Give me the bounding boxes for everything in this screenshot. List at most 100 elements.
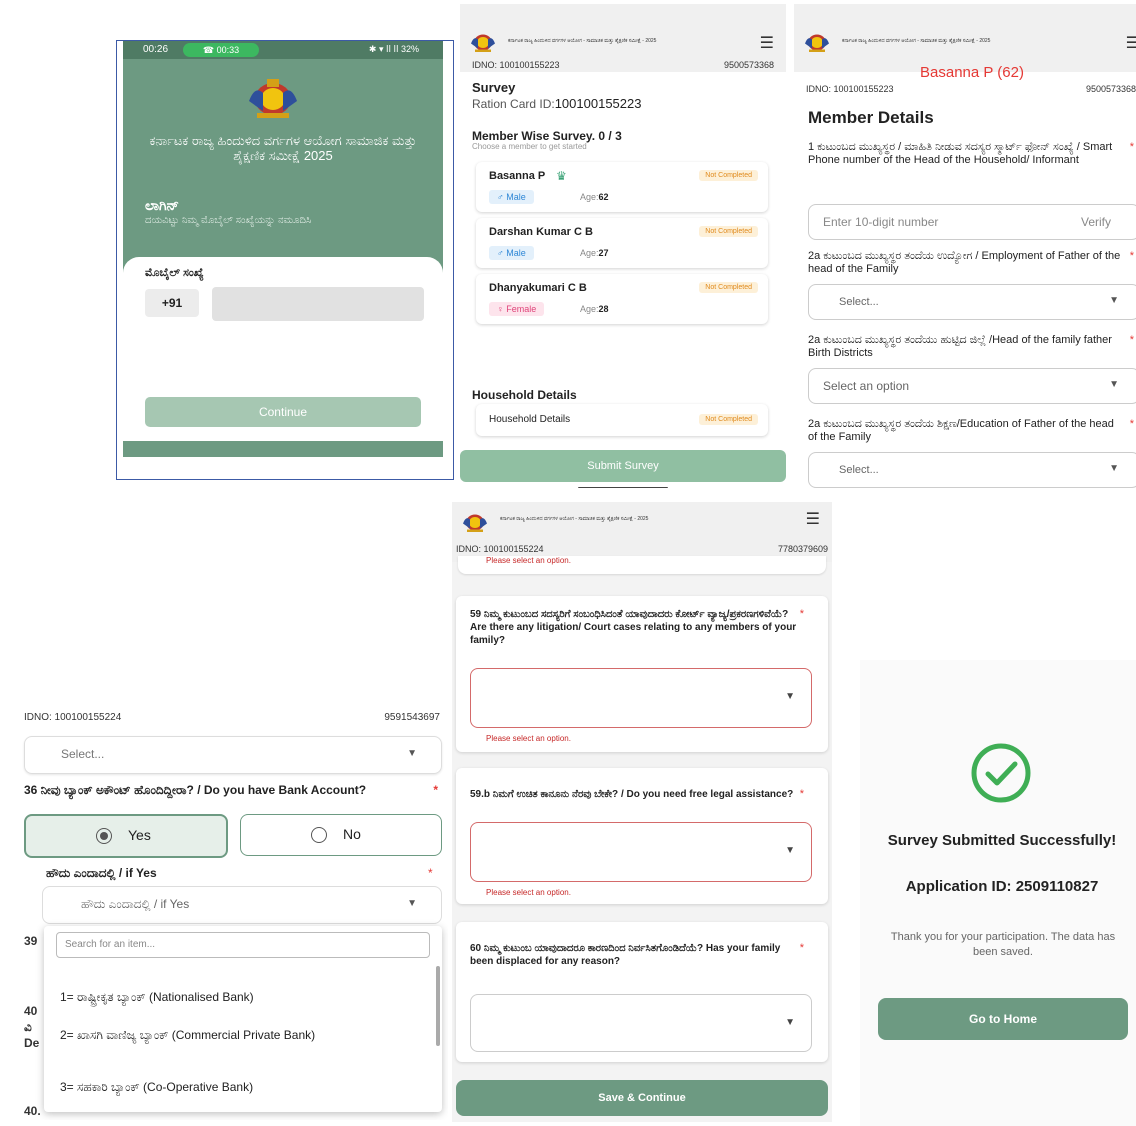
radio-selected-icon [96,828,112,844]
select-placeholder: Select... [61,747,105,761]
country-code[interactable]: +91 [145,289,199,317]
bank-type-select[interactable]: ಹೌದು ಎಂದಾದಲ್ಲಿ / if Yes ▼ [42,886,442,924]
survey-title: Survey [472,80,516,95]
education-select[interactable]: Select... ▼ [808,452,1136,488]
radio-empty-icon [311,827,327,843]
submit-survey-button[interactable]: Submit Survey [460,450,786,482]
member-card[interactable]: Dhanyakumari C B Not Completed ♀ Female … [476,274,768,324]
app-header: ಕರ್ನಾಟಕ ರಾಜ್ಯ ಹಿಂದುಳಿದ ವರ್ಗಗಳ ಆಯೋಗ - ಸಾಮ… [452,502,832,562]
required-mark: * [1129,418,1134,430]
employment-select[interactable]: Select... ▼ [808,284,1136,320]
login-heading: ಲಾಗಿನ್ [145,197,179,213]
question-card: 60 ನಿಮ್ಮ ಕುಟುಂಬ ಯಾವುದಾದರೂ ಕಾರಣದಿಂದ ನಿರ್ವ… [456,922,828,1062]
member-age: Age:27 [580,248,609,258]
dropdown-search-input[interactable]: Search for an item... [56,932,430,958]
question-card: 59.b ನಿಮಗೆ ಉಚಿತ ಕಾನೂನು ನೆರವು ಬೇಕೇ? / Do … [456,768,828,904]
required-mark: * [428,866,433,880]
battery-status: ✱ ▾ ⅼⅼ ⅼⅼ 32% [368,44,419,54]
member-card[interactable]: Darshan Kumar C B Not Completed ♂ Male A… [476,218,768,268]
member-card[interactable]: Basanna P ♛ Not Completed ♂ Male Age:62 [476,162,768,212]
background-question-number: 39 [24,934,38,948]
continue-button[interactable]: Continue [145,397,421,427]
required-mark: * [433,783,438,797]
crown-icon: ♛ [556,169,567,183]
header-title: ಕರ್ನಾಟಕ ರಾಜ್ಯ ಹಿಂದುಳಿದ ವರ್ಗಗಳ ಆಯೋಗ - ಸಾಮ… [508,38,657,44]
phone-placeholder: Enter 10-digit number [823,215,939,229]
yes-label: Yes [128,827,151,843]
select-placeholder: Select an option [823,379,910,393]
gender-badge: ♀ Female [489,302,545,316]
phone-text: 9500573368 [1085,84,1136,94]
question-label: 36 ನೀವು ಬ್ಯಾಂಕ್ ಅಕೌಂಟ್ ಹೊಂದಿದ್ದೀರಾ? / Do… [24,783,438,797]
select-placeholder: ಹೌದು ಎಂದಾದಲ್ಲಿ / if Yes [81,897,190,911]
idno-text: IDNO: 100100155223 [472,60,560,70]
dropdown-scrollbar[interactable] [436,966,440,1046]
chevron-down-icon: ▼ [785,845,795,856]
litigation-select[interactable]: ▼ [470,668,812,728]
success-message: Survey Submitted Successfully! [887,832,1117,849]
displacement-select[interactable]: ▼ [470,994,812,1052]
chevron-down-icon: ▼ [785,1017,795,1028]
question-label: 2a ಕುಟುಂಬದ ಮುಖ್ಯಸ್ಥರ ತಂದೆಯು ಹುಟ್ಟಿದ ಜಿಲ್… [808,334,1134,359]
select-placeholder: Select... [839,464,879,476]
karnataka-emblem-icon [471,34,495,52]
go-home-button[interactable]: Go to Home [878,998,1128,1040]
status-badge: Not Completed [699,170,758,181]
error-message: Please select an option. [486,734,571,743]
gender-badge: ♂ Male [489,246,534,260]
ration-card: Ration Card ID:100100155223 [472,96,642,111]
if-yes-label: ಹೌದು ಎಂದಾದಲ್ಲಿ / if Yes [46,866,157,880]
question-label: 2a ಕುಟುಂಬದ ಮುಖ್ಯಸ್ಥರ ತಂದೆಯ ಉದ್ಯೋಗ / Empl… [808,250,1134,275]
dropdown-option[interactable]: 1= ರಾಷ್ಟ್ರೀಕೃತ ಬ್ಯಾಂಕ್ (Nationalised Ban… [60,990,420,1005]
chevron-down-icon: ▼ [407,898,417,909]
idno-text: IDNO: 100100155223 [806,84,894,94]
question-label: 59 ನಿಮ್ಮ ಕುಟುಂಬದ ಸದಸ್ಯರಿಗೆ ಸಂಬಂಧಿಸಿದಂತೆ … [470,609,797,646]
member-age: Age:28 [580,304,609,314]
application-id: Application ID: 2509110827 [905,878,1099,895]
phone-number-field[interactable]: Enter 10-digit number Verify [808,204,1136,240]
phone-text: 9591543697 [384,712,440,723]
previous-select[interactable]: Select... ▼ [24,736,442,774]
select-placeholder: Select... [839,296,879,308]
hamburger-menu-icon[interactable]: ☰ [760,36,774,52]
hamburger-menu-icon[interactable]: ☰ [1126,36,1136,52]
call-timer-pill: ☎ 00:33 [183,43,259,57]
status-badge: Not Completed [699,414,758,425]
required-mark: * [1129,141,1134,153]
chevron-down-icon: ▼ [407,748,417,759]
verify-button[interactable]: Verify [1081,215,1111,229]
id-row: IDNO: 100100155223 9500573368 [806,84,1136,94]
yes-option[interactable]: Yes [24,814,228,858]
id-row: IDNO: 100100155224 9591543697 [24,712,440,723]
household-heading: Household Details [472,388,577,402]
phone-text: 7780379609 [777,544,828,554]
question-card: 59 ನಿಮ್ಮ ಕುಟುಂಬದ ಸದಸ್ಯರಿಗೆ ಸಂಬಂಧಿಸಿದಂತೆ … [456,596,828,752]
member-age: Age:62 [580,192,609,202]
required-mark: * [1129,250,1134,262]
household-card[interactable]: Household Details Not Completed [476,404,768,436]
status-bar: 00:26 ☎ 00:33 ✱ ▾ ⅼⅼ ⅼⅼ 32% [123,41,443,59]
survey-screen: ಕರ್ನಾಟಕ ರಾಜ್ಯ ಹಿಂದುಳಿದ ವರ್ಗಗಳ ಆಯೋಗ - ಸಾಮ… [460,4,786,488]
id-row: IDNO: 100100155223 9500573368 [472,60,774,70]
question-label: 59.b ನಿಮಗೆ ಉಚಿತ ಕಾನೂನು ನೆರವು ಬೇಕೇ? / Do … [470,789,794,800]
litigation-screen: ಕರ್ನಾಟಕ ರಾಜ್ಯ ಹಿಂದುಳಿದ ವರ್ಗಗಳ ಆಯೋಗ - ಸಾಮ… [452,502,832,1122]
bank-account-screen: IDNO: 100100155224 9591543697 Select... … [4,708,448,1120]
dropdown-option[interactable]: 3= ಸಹಕಾರಿ ಬ್ಯಾಂಕ್ (Co-Operative Bank) [60,1080,420,1095]
household-label: Household Details [489,414,571,425]
legal-assistance-select[interactable]: ▼ [470,822,812,882]
karnataka-emblem-icon [805,34,829,52]
required-mark: * [799,608,804,620]
member-wise-subtitle: Choose a member to get started [472,142,587,151]
hamburger-menu-icon[interactable]: ☰ [806,512,820,528]
mobile-input[interactable] [212,287,424,321]
dropdown-option[interactable]: 2= ಖಾಸಗಿ ವಾಣಿಜ್ಯ ಬ್ಯಾಂಕ್ (Commercial Pri… [60,1028,420,1043]
status-badge: Not Completed [699,282,758,293]
thanks-message: Thank you for your participation. The da… [890,931,1116,958]
phone-text: 9500573368 [723,60,774,70]
chevron-down-icon: ▼ [1109,295,1119,306]
login-subtitle: ದಯವಿಟ್ಟು ನಿಮ್ಮ ಮೊಬೈಲ್ ಸಂಖ್ಯೆಯನ್ನು ನಮೂದಿಸ… [145,215,312,226]
birth-district-select[interactable]: Select an option ▼ [808,368,1136,404]
background-question-number: 40. [24,1104,41,1118]
no-option[interactable]: No [240,814,442,856]
save-continue-button[interactable]: Save & Continue [456,1080,828,1116]
